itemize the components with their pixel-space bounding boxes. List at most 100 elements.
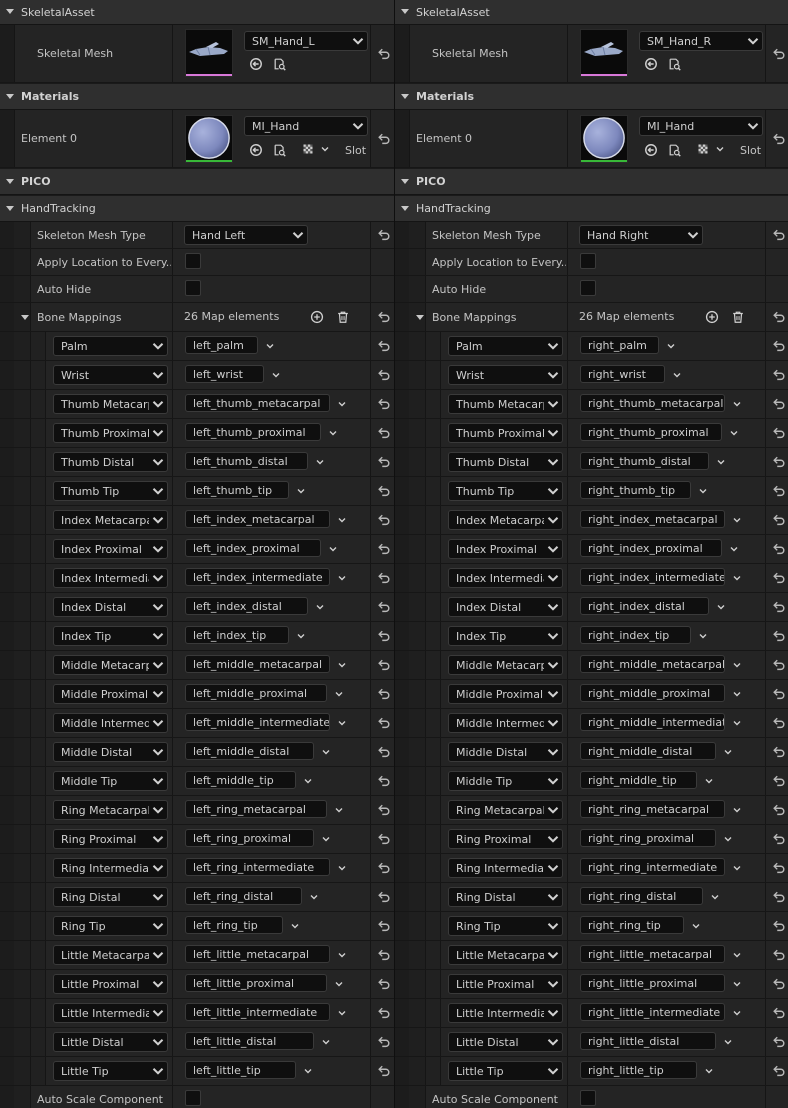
chevron-down-icon[interactable] [336, 862, 348, 874]
column-splitter[interactable] [567, 796, 568, 824]
skeleton-mesh-type-combo[interactable]: Hand Left [184, 225, 308, 245]
chevron-down-icon[interactable] [731, 514, 743, 526]
reset-arrow-icon[interactable] [772, 1006, 786, 1020]
bone-name-field[interactable]: right_ring_distal [580, 887, 703, 905]
chevron-down-icon[interactable] [336, 398, 348, 410]
chevron-down-icon[interactable] [314, 456, 326, 468]
bone-name-field[interactable]: left_middle_tip [185, 771, 296, 789]
column-splitter[interactable] [567, 276, 568, 302]
column-splitter[interactable] [172, 448, 173, 476]
reset-arrow-icon[interactable] [377, 484, 391, 498]
bone-key-combo[interactable]: Middle Metacarpal [53, 655, 168, 675]
column-splitter[interactable] [172, 680, 173, 708]
column-splitter[interactable] [172, 276, 173, 302]
reset-arrow-icon[interactable] [772, 716, 786, 730]
column-splitter[interactable] [172, 25, 173, 82]
chevron-down-icon[interactable] [722, 1036, 734, 1048]
bone-key-combo[interactable]: Index Proximal [53, 539, 168, 559]
column-splitter[interactable] [172, 419, 173, 447]
reset-arrow-icon[interactable] [772, 368, 786, 382]
column-splitter[interactable] [172, 222, 173, 248]
chevron-down-icon[interactable] [731, 978, 743, 990]
column-splitter[interactable] [567, 825, 568, 853]
bone-name-field[interactable]: left_ring_intermediate [185, 858, 330, 876]
chevron-down-icon[interactable] [715, 601, 727, 613]
material-combo[interactable]: MI_Hand [639, 116, 763, 136]
reset-arrow-icon[interactable] [772, 658, 786, 672]
bone-key-combo[interactable]: Middle Proximal [53, 684, 168, 704]
bone-mappings-expand-chevron-icon[interactable] [21, 315, 29, 320]
auto-scale-checkbox[interactable] [580, 1090, 596, 1106]
chevron-down-icon[interactable] [728, 427, 740, 439]
chevron-down-icon[interactable] [302, 1065, 314, 1077]
bone-name-field[interactable]: left_middle_proximal [185, 684, 327, 702]
bone-key-combo[interactable]: Palm [448, 336, 563, 356]
bone-key-combo[interactable]: Little Proximal [53, 974, 168, 994]
bone-mappings-label[interactable]: Bone Mappings [37, 303, 171, 331]
column-splitter[interactable] [172, 767, 173, 795]
reset-arrow-icon[interactable] [377, 658, 391, 672]
category-expand-chevron-icon[interactable] [401, 178, 409, 184]
bone-name-field[interactable]: right_little_proximal [580, 974, 725, 992]
bone-key-combo[interactable]: Ring Metacarpal [448, 800, 563, 820]
bone-key-combo[interactable]: Index Distal [448, 597, 563, 617]
add-element-icon[interactable] [705, 310, 719, 324]
chevron-down-icon[interactable] [302, 775, 314, 787]
reset-arrow-icon[interactable] [772, 1064, 786, 1078]
bone-name-field[interactable]: right_ring_intermediate [580, 858, 725, 876]
bone-name-field[interactable]: left_little_tip [185, 1061, 296, 1079]
reset-arrow-icon[interactable] [772, 455, 786, 469]
category-expand-chevron-icon[interactable] [6, 93, 14, 99]
column-splitter[interactable] [567, 1086, 568, 1108]
bone-key-combo[interactable]: Ring Distal [53, 887, 168, 907]
bone-name-field[interactable]: right_index_intermediate [580, 568, 725, 586]
bone-key-combo[interactable]: Middle Distal [53, 742, 168, 762]
reset-arrow-icon[interactable] [772, 571, 786, 585]
column-splitter[interactable] [172, 535, 173, 563]
delete-icon[interactable] [731, 310, 745, 324]
category-hand-tracking[interactable]: HandTracking [395, 196, 788, 222]
reset-arrow-icon[interactable] [377, 629, 391, 643]
column-splitter[interactable] [567, 110, 568, 167]
bone-key-combo[interactable]: Ring Tip [448, 916, 563, 936]
chevron-down-icon[interactable] [320, 833, 332, 845]
chevron-down-icon[interactable] [731, 862, 743, 874]
bone-key-combo[interactable]: Middle Tip [448, 771, 563, 791]
chevron-down-icon[interactable] [703, 1065, 715, 1077]
bone-name-field[interactable]: left_middle_distal [185, 742, 314, 760]
chevron-down-icon[interactable] [728, 543, 740, 555]
material-slot-label[interactable]: Slot [345, 144, 366, 157]
column-splitter[interactable] [567, 361, 568, 389]
bone-key-combo[interactable]: Middle Intermediate [53, 713, 168, 733]
chevron-down-icon[interactable] [314, 601, 326, 613]
reset-arrow-icon[interactable] [377, 977, 391, 991]
browse-asset-icon[interactable] [644, 57, 658, 71]
chevron-down-icon[interactable] [336, 514, 348, 526]
bone-key-combo[interactable]: Little Distal [448, 1032, 563, 1052]
reset-arrow-icon[interactable] [377, 47, 391, 61]
bone-key-combo[interactable]: Middle Tip [53, 771, 168, 791]
reset-arrow-icon[interactable] [772, 310, 786, 324]
bone-name-field[interactable]: left_little_proximal [185, 974, 327, 992]
column-splitter[interactable] [567, 477, 568, 505]
column-splitter[interactable] [567, 767, 568, 795]
bone-name-field[interactable]: left_ring_distal [185, 887, 302, 905]
bone-name-field[interactable]: right_middle_distal [580, 742, 716, 760]
auto-hide-checkbox[interactable] [580, 280, 596, 296]
bone-name-field[interactable]: right_middle_tip [580, 771, 697, 789]
bone-key-combo[interactable]: Thumb Distal [448, 452, 563, 472]
checker-texture-icon[interactable] [697, 143, 709, 155]
chevron-down-icon[interactable] [697, 485, 709, 497]
chevron-down-icon[interactable] [722, 746, 734, 758]
reset-arrow-icon[interactable] [377, 716, 391, 730]
bone-name-field[interactable]: right_thumb_tip [580, 481, 691, 499]
material-combo[interactable]: MI_Hand [244, 116, 368, 136]
bone-name-field[interactable]: left_palm [185, 336, 258, 354]
skeletal-mesh-thumbnail[interactable] [580, 29, 628, 77]
bone-key-combo[interactable]: Ring Proximal [53, 829, 168, 849]
bone-name-field[interactable]: right_little_metacarpal [580, 945, 725, 963]
chevron-down-icon[interactable] [731, 717, 743, 729]
bone-key-combo[interactable]: Index Tip [53, 626, 168, 646]
reset-arrow-icon[interactable] [377, 745, 391, 759]
reset-arrow-icon[interactable] [772, 977, 786, 991]
